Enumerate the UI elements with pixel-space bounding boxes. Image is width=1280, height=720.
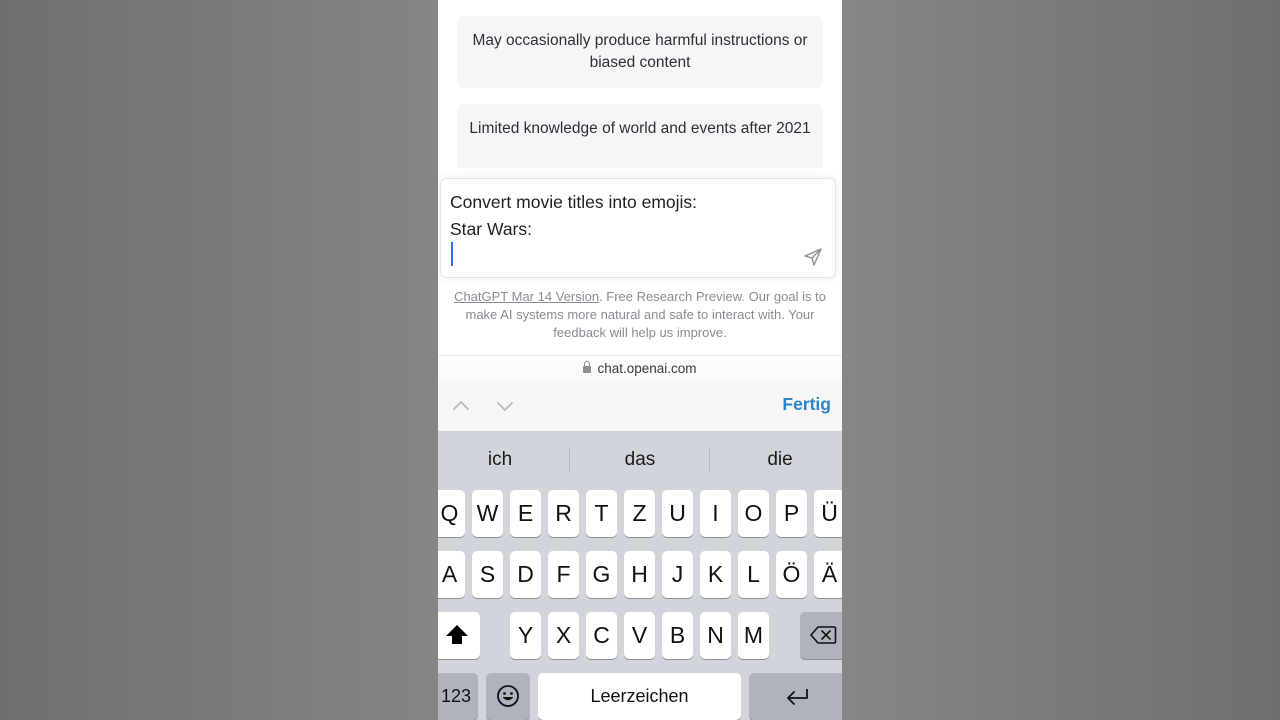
phone-screen: May occasionally produce harmful instruc… — [438, 0, 842, 720]
key-ae[interactable]: Ä — [814, 551, 842, 598]
return-key[interactable] — [749, 673, 842, 720]
key-a[interactable]: A — [438, 551, 465, 598]
key-l[interactable]: L — [738, 551, 769, 598]
key-ue[interactable]: Ü — [814, 490, 842, 537]
suggestion-1[interactable]: ich — [438, 449, 565, 471]
background-right — [842, 0, 1280, 720]
keyboard: ich das die Q W E R T Z U I O P Ü A S D … — [438, 431, 842, 720]
key-p[interactable]: P — [776, 490, 807, 537]
text-cursor — [451, 242, 453, 266]
key-x[interactable]: X — [548, 612, 579, 659]
background-left — [0, 0, 438, 720]
key-d[interactable]: D — [510, 551, 541, 598]
key-u[interactable]: U — [662, 490, 693, 537]
key-s[interactable]: S — [472, 551, 503, 598]
key-n[interactable]: N — [700, 612, 731, 659]
prompt-line-2: Star Wars: — [450, 219, 532, 239]
done-button[interactable]: Fertig — [782, 394, 831, 415]
key-z[interactable]: Z — [624, 490, 655, 537]
limitation-text: Limited knowledge of world and events af… — [469, 120, 811, 137]
prompt-line-1: Convert movie titles into emojis: — [450, 192, 698, 212]
key-e[interactable]: E — [510, 490, 541, 537]
key-f[interactable]: F — [548, 551, 579, 598]
form-assistant-bar: Fertig — [438, 381, 842, 432]
limitation-text: May occasionally produce harmful instruc… — [472, 32, 808, 71]
key-k[interactable]: K — [700, 551, 731, 598]
key-h[interactable]: H — [624, 551, 655, 598]
shift-icon — [446, 624, 468, 644]
return-icon — [786, 688, 808, 705]
suggestion-3[interactable]: die — [715, 449, 842, 471]
url-bar[interactable]: chat.openai.com — [438, 355, 842, 382]
backspace-key[interactable] — [800, 612, 842, 659]
limitation-card: May occasionally produce harmful instruc… — [457, 16, 823, 88]
emoji-icon — [497, 685, 519, 707]
space-key[interactable]: Leerzeichen — [538, 673, 741, 720]
key-b[interactable]: B — [662, 612, 693, 659]
key-o[interactable]: O — [738, 490, 769, 537]
backspace-icon — [810, 626, 837, 644]
chevron-down-icon[interactable] — [496, 397, 514, 415]
key-q[interactable]: Q — [438, 490, 465, 537]
numbers-key[interactable]: 123 — [438, 673, 478, 720]
prompt-textarea[interactable]: Convert movie titles into emojis: Star W… — [440, 178, 836, 278]
paper-plane-icon[interactable] — [803, 247, 823, 267]
shift-key[interactable] — [438, 612, 480, 659]
version-link[interactable]: ChatGPT Mar 14 Version — [454, 289, 599, 304]
suggestion-divider — [709, 447, 710, 473]
lock-icon — [583, 361, 592, 373]
url-text: chat.openai.com — [597, 361, 697, 376]
key-t[interactable]: T — [586, 490, 617, 537]
key-y[interactable]: Y — [510, 612, 541, 659]
suggestion-bar: ich das die — [438, 431, 842, 487]
key-c[interactable]: C — [586, 612, 617, 659]
chevron-up-icon[interactable] — [452, 397, 470, 415]
key-j[interactable]: J — [662, 551, 693, 598]
key-w[interactable]: W — [472, 490, 503, 537]
key-g[interactable]: G — [586, 551, 617, 598]
disclaimer: ChatGPT Mar 14 Version. Free Research Pr… — [450, 288, 830, 342]
key-m[interactable]: M — [738, 612, 769, 659]
key-r[interactable]: R — [548, 490, 579, 537]
key-v[interactable]: V — [624, 612, 655, 659]
key-oe[interactable]: Ö — [776, 551, 807, 598]
suggestion-divider — [569, 447, 570, 473]
key-i[interactable]: I — [700, 490, 731, 537]
suggestion-2[interactable]: das — [575, 449, 705, 471]
limitation-card: Limited knowledge of world and events af… — [457, 104, 823, 176]
emoji-key[interactable] — [486, 673, 530, 720]
